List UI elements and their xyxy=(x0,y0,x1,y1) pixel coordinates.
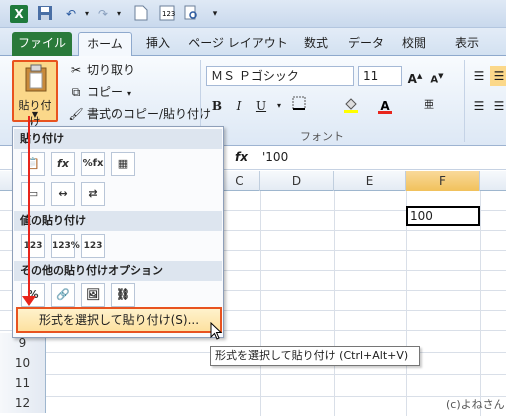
tab-data[interactable]: データ xyxy=(342,32,390,56)
tab-review[interactable]: 校閲 xyxy=(394,32,434,56)
formula-input[interactable]: '100 xyxy=(262,150,288,164)
row-header-11[interactable]: 11 xyxy=(0,373,46,393)
menu-section-other: その他の貼り付けオプション xyxy=(14,261,222,281)
menu-section-values: 値の貼り付け xyxy=(14,211,222,231)
tab-insert[interactable]: 挿入 xyxy=(138,32,178,56)
align-middle-icon[interactable]: ☰ xyxy=(490,66,506,86)
paste-no-borders-icon[interactable]: ▭ xyxy=(21,182,45,206)
ribbon-tabs: ファイル ホーム 挿入 ページ レイアウト 数式 データ 校閲 表示 xyxy=(0,28,506,56)
paste-keep-column-widths-icon[interactable]: ↔ xyxy=(51,182,75,206)
group-divider xyxy=(464,60,465,142)
phonetic-icon[interactable]: 亜 xyxy=(420,96,438,116)
align-center-icon[interactable]: ☰ xyxy=(490,96,506,116)
gridline xyxy=(0,374,506,375)
quick-access-toolbar: X ↶ ▾ ↷ ▾ 123 ▾ xyxy=(0,0,506,28)
paste-chevron-down-icon[interactable]: ▼ xyxy=(14,110,56,119)
font-name-combo[interactable]: ＭＳ Ｐゴシック xyxy=(206,66,354,86)
column-header-c[interactable]: C xyxy=(220,171,260,191)
excel-logo-icon[interactable]: X xyxy=(10,5,28,23)
save-icon[interactable] xyxy=(36,5,54,23)
align-top-icon[interactable]: ☰ xyxy=(470,66,488,86)
scissors-icon: ✂ xyxy=(70,63,82,77)
cut-label: 切り取り xyxy=(87,63,136,77)
align-left-icon[interactable]: ☰ xyxy=(470,96,488,116)
paste-formulas-number-format-icon[interactable]: %fx xyxy=(81,152,105,176)
mouse-cursor-icon xyxy=(210,322,223,340)
page-setup-icon[interactable]: 123 xyxy=(158,5,176,23)
watermark: (c)よねさん xyxy=(446,398,505,411)
format-painter-label: 書式のコピー/貼り付け xyxy=(87,107,212,121)
fill-color-icon[interactable] xyxy=(342,96,360,116)
gridline xyxy=(0,396,506,397)
grow-font-icon[interactable]: A▲ xyxy=(406,66,424,86)
print-preview-icon[interactable] xyxy=(182,5,200,23)
tab-home[interactable]: ホーム xyxy=(78,32,132,56)
gridline xyxy=(334,191,335,416)
paste-normal-icon[interactable]: 📋 xyxy=(21,152,45,176)
tab-page-layout[interactable]: ページ レイアウト xyxy=(188,32,288,56)
tab-formulas[interactable]: 数式 xyxy=(294,32,338,56)
customize-qat-chevron-down-icon[interactable]: ▾ xyxy=(206,5,224,23)
paste-link-icon[interactable]: 🔗 xyxy=(51,283,75,307)
italic-button[interactable]: I xyxy=(230,96,248,116)
paste-transpose-icon[interactable]: ⇄ xyxy=(81,182,105,206)
paste-special-menu-item[interactable]: 形式を選択して貼り付け(S)... xyxy=(16,307,222,333)
column-header-e[interactable]: E xyxy=(334,171,406,191)
bold-button[interactable]: B xyxy=(208,96,226,116)
shrink-font-icon[interactable]: A▼ xyxy=(428,66,446,86)
copy-label: コピー xyxy=(87,85,124,99)
svg-text:123: 123 xyxy=(162,10,175,18)
paste-keep-source-format-icon[interactable]: ▦ xyxy=(111,152,135,176)
copy-icon: ⧉ xyxy=(71,85,81,99)
fx-icon[interactable]: fx xyxy=(235,150,248,164)
font-size-combo[interactable]: 11 xyxy=(358,66,402,86)
paste-values-icon[interactable]: 123 xyxy=(21,234,45,258)
paste-values-number-format-icon[interactable]: 123% xyxy=(51,234,80,258)
column-header-f[interactable]: F xyxy=(406,171,480,191)
tooltip: 形式を選択して貼り付け (Ctrl+Alt+V) xyxy=(210,346,420,366)
cut-button[interactable]: ✂ 切り取り xyxy=(68,60,135,80)
menu-section-paste: 貼り付け xyxy=(14,129,222,149)
brush-icon: 🖌 xyxy=(68,107,84,121)
annotation-arrow-head xyxy=(22,296,36,306)
redo-dropdown-icon[interactable]: ▾ xyxy=(110,5,128,23)
copy-chevron-down-icon[interactable]: ▾ xyxy=(127,89,131,98)
underline-button[interactable]: U xyxy=(252,96,270,116)
gridline xyxy=(480,191,481,416)
font-group-label: フォント xyxy=(300,130,344,143)
active-cell-f[interactable]: 100 xyxy=(406,206,480,226)
paste-linked-picture-icon[interactable]: ⛓ xyxy=(111,283,135,307)
gridline xyxy=(260,191,261,416)
tab-file[interactable]: ファイル xyxy=(12,32,72,56)
annotation-arrow-line xyxy=(28,116,30,298)
paste-values-source-format-icon[interactable]: 123 xyxy=(81,234,105,258)
tab-view[interactable]: 表示 xyxy=(444,32,490,56)
row-header-12[interactable]: 12 xyxy=(0,393,46,413)
paste-button[interactable]: 貼り付け ▼ xyxy=(12,60,58,128)
copy-button[interactable]: ⧉ コピー ▾ xyxy=(68,82,131,102)
column-header-d[interactable]: D xyxy=(260,171,334,191)
paste-picture-icon[interactable]: 🖼 xyxy=(81,283,105,307)
new-file-icon[interactable] xyxy=(132,5,150,23)
font-color-icon[interactable]: A xyxy=(376,96,394,116)
underline-chevron-down-icon[interactable]: ▾ xyxy=(270,96,288,116)
borders-icon[interactable] xyxy=(290,96,308,116)
clipboard-icon xyxy=(25,64,47,92)
paste-dropdown-menu: 貼り付け 📋 fx %fx ▦ ▭ ↔ ⇄ 値の貼り付け 123 123% 12… xyxy=(12,126,224,338)
format-painter-button[interactable]: 🖌 書式のコピー/貼り付け xyxy=(68,104,211,124)
row-header-10[interactable]: 10 xyxy=(0,353,46,373)
paste-formulas-icon[interactable]: fx xyxy=(51,152,75,176)
